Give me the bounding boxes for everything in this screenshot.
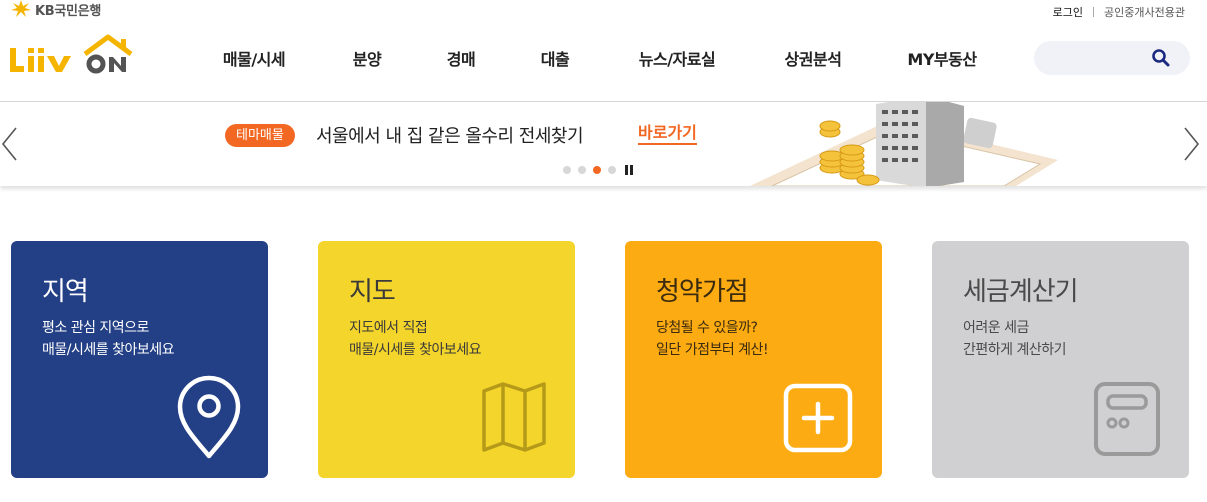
card-tax-desc: 어려운 세금 간편하게 계산하기 bbox=[963, 317, 1173, 361]
promo-banner: 테마매물 서울에서 내 집 같은 올수리 전세찾기 바로가기 bbox=[0, 102, 1207, 186]
card-desc-line: 매물/시세를 찾아보세요 bbox=[42, 342, 174, 358]
nav-item-my-realestate[interactable]: MY부동산 bbox=[907, 46, 977, 70]
utility-links: 로그인 공인중개사전용관 bbox=[1053, 4, 1185, 20]
card-region-desc: 평소 관심 지역으로 매물/시세를 찾아보세요 bbox=[42, 317, 252, 361]
nav-item-commercial[interactable]: 상권분석 bbox=[785, 46, 842, 70]
card-score-desc: 당첨될 수 있을까? 일단 가점부터 계산! bbox=[656, 317, 866, 361]
card-tax-calculator[interactable]: 세금계산기 어려운 세금 간편하게 계산하기 bbox=[932, 241, 1189, 478]
card-region[interactable]: 지역 평소 관심 지역으로 매물/시세를 찾아보세요 bbox=[11, 241, 268, 478]
location-pin-icon bbox=[177, 375, 241, 459]
card-region-title: 지역 bbox=[42, 277, 89, 307]
slide-indicators bbox=[563, 165, 633, 175]
nav-item-listings[interactable]: 매물/시세 bbox=[223, 46, 286, 70]
chevron-left-icon[interactable] bbox=[0, 126, 20, 162]
bank-name: KB국민은행 bbox=[35, 3, 102, 19]
nav-item-loan[interactable]: 대출 bbox=[541, 46, 570, 70]
slide-dot-1[interactable] bbox=[563, 166, 571, 174]
card-desc-line: 어려운 세금 bbox=[963, 320, 1029, 336]
calculator-icon bbox=[1094, 382, 1160, 456]
card-tax-title: 세금계산기 bbox=[963, 277, 1079, 307]
card-map-title: 지도 bbox=[349, 277, 396, 307]
page: KB국민은행 로그인 공인중개사전용관 매물/시세 분양 경매 대출 뉴스/자료… bbox=[0, 0, 1207, 502]
card-score-title: 청약가점 bbox=[656, 277, 749, 307]
pause-icon[interactable] bbox=[625, 165, 633, 175]
card-subscription-score[interactable]: 청약가점 당첨될 수 있을까? 일단 가점부터 계산! bbox=[625, 241, 882, 478]
card-desc-line: 일단 가점부터 계산! bbox=[656, 342, 769, 358]
banner-title: 서울에서 내 집 같은 올수리 전세찾기 bbox=[316, 126, 584, 147]
main-nav: 매물/시세 분양 경매 대출 뉴스/자료실 상권분석 MY부동산 bbox=[180, 46, 1010, 72]
liiv-on-logo[interactable] bbox=[9, 34, 134, 74]
divider bbox=[1093, 7, 1095, 17]
nav-item-presale[interactable]: 분양 bbox=[353, 46, 382, 70]
card-desc-line: 평소 관심 지역으로 bbox=[42, 320, 149, 336]
nav-item-news[interactable]: 뉴스/자료실 bbox=[639, 46, 716, 70]
card-desc-line: 지도에서 직접 bbox=[349, 320, 428, 336]
slide-dot-4[interactable] bbox=[608, 166, 616, 174]
banner-go-link[interactable]: 바로가기 bbox=[638, 123, 697, 145]
chevron-right-icon[interactable] bbox=[1181, 126, 1201, 162]
login-link[interactable]: 로그인 bbox=[1053, 4, 1083, 20]
search-input[interactable] bbox=[1048, 48, 1148, 68]
theme-badge: 테마매물 bbox=[225, 124, 295, 147]
plus-square-icon bbox=[783, 383, 853, 453]
card-desc-line: 당첨될 수 있을까? bbox=[656, 320, 758, 336]
card-desc-line: 간편하게 계산하기 bbox=[963, 342, 1067, 358]
search-icon[interactable] bbox=[1150, 47, 1172, 69]
header: KB국민은행 로그인 공인중개사전용관 매물/시세 분양 경매 대출 뉴스/자료… bbox=[0, 0, 1207, 102]
card-map-desc: 지도에서 직접 매물/시세를 찾아보세요 bbox=[349, 317, 559, 361]
folded-map-icon bbox=[482, 382, 546, 452]
card-desc-line: 매물/시세를 찾아보세요 bbox=[349, 342, 481, 358]
slide-dot-3[interactable] bbox=[593, 166, 601, 174]
kb-star-icon bbox=[11, 0, 31, 17]
nav-item-auction[interactable]: 경매 bbox=[447, 46, 476, 70]
kb-bank-logo[interactable]: KB국민은행 bbox=[11, 0, 102, 19]
slide-dot-2[interactable] bbox=[578, 166, 586, 174]
card-map[interactable]: 지도 지도에서 직접 매물/시세를 찾아보세요 bbox=[318, 241, 575, 478]
apartment-coins-illustration bbox=[750, 102, 1058, 186]
agent-portal-link[interactable]: 공인중개사전용관 bbox=[1104, 4, 1185, 20]
